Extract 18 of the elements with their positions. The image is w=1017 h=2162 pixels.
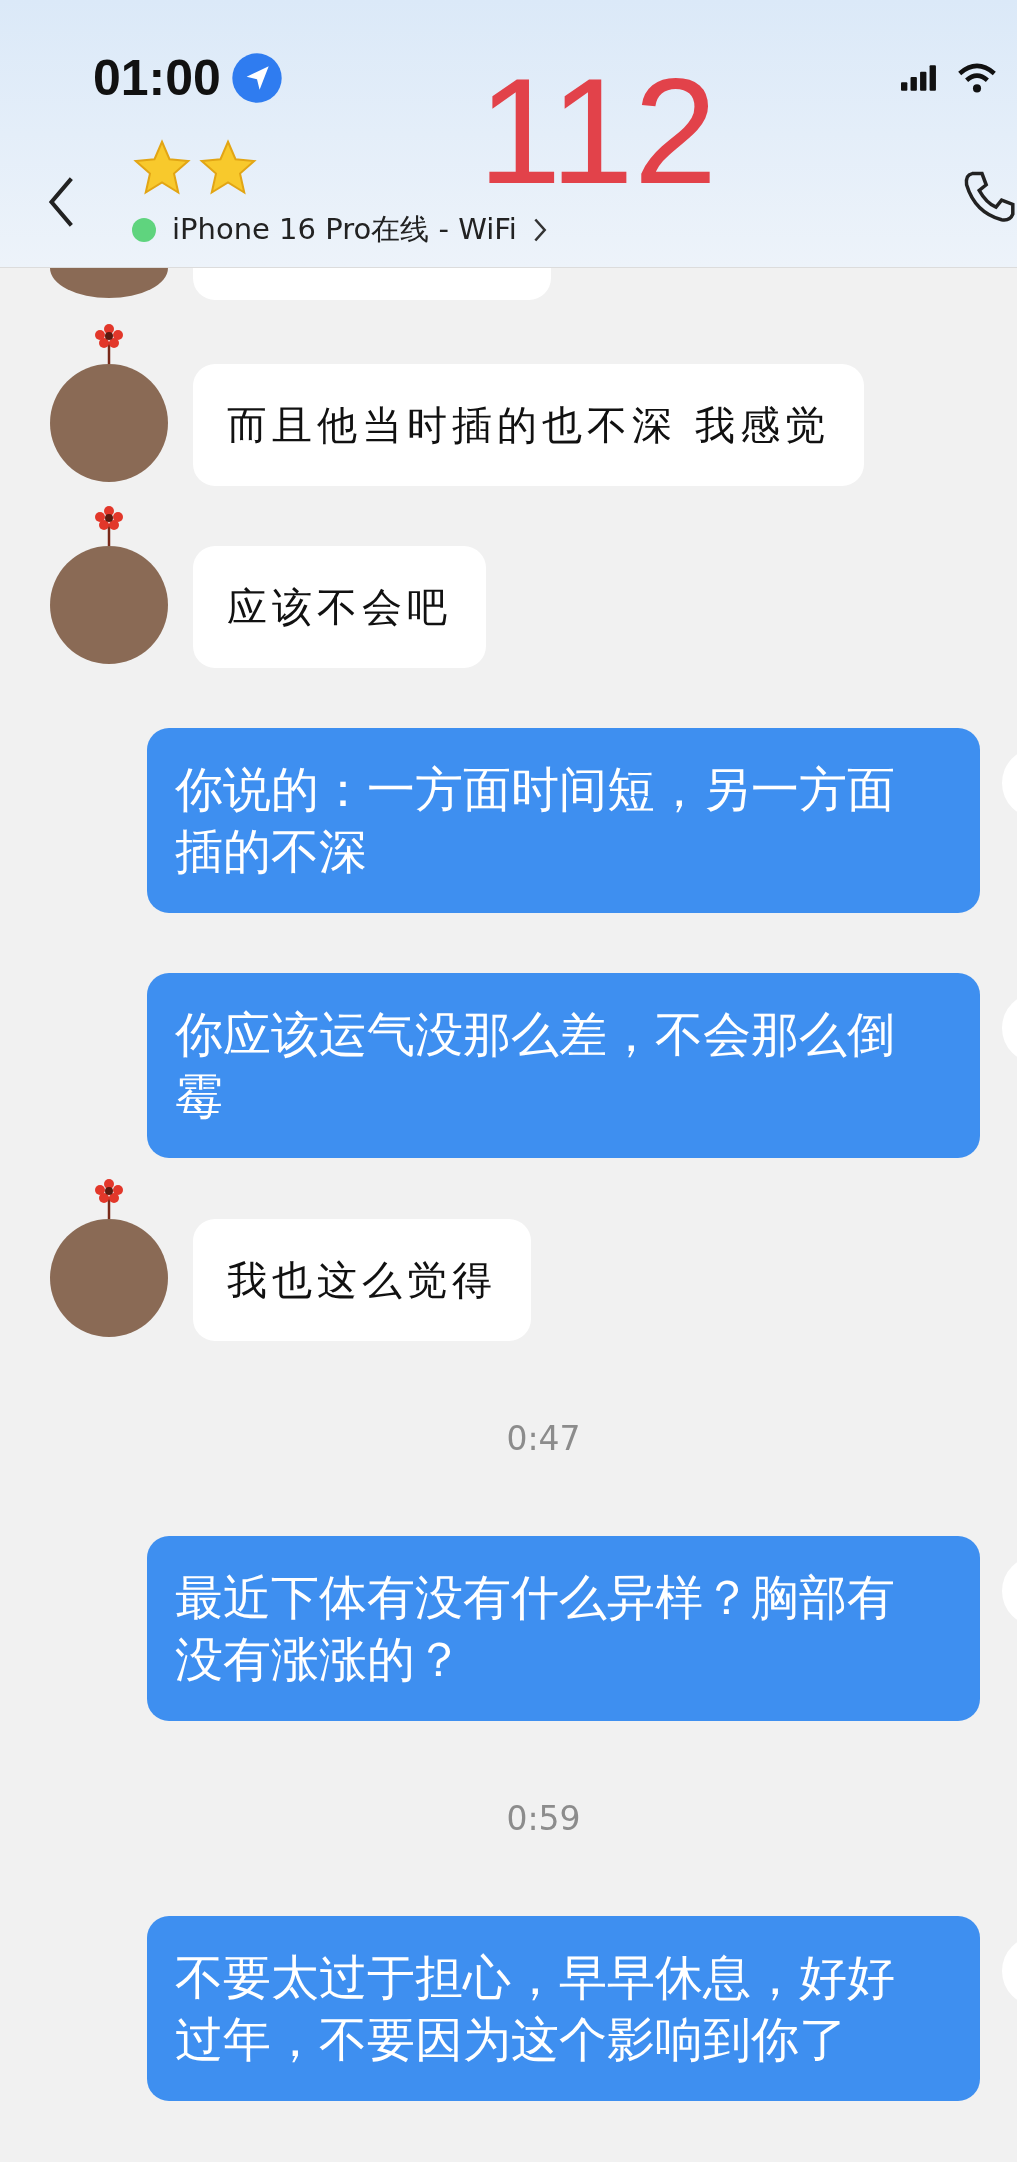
avatar[interactable] bbox=[50, 506, 168, 664]
timestamp: 0:47 bbox=[506, 1419, 581, 1458]
message-bubble: 你应该运气没那么差，不会那么倒霉 bbox=[147, 973, 980, 1158]
chevron-icon[interactable] bbox=[532, 217, 547, 243]
message-bubble: 我也这么觉得 bbox=[193, 1219, 531, 1341]
device-status[interactable]: iPhone 16 Pro在线 - WiFi bbox=[172, 210, 517, 250]
message-bubble: 你说的：一方面时间短，另一方面插的不深 bbox=[147, 728, 980, 913]
timestamp: 0:59 bbox=[506, 1799, 581, 1838]
avatar[interactable] bbox=[50, 324, 168, 482]
message-bubble: 不要太过于担心，早早休息，好好过年，不要因为这个影响到你了 bbox=[147, 1916, 980, 2101]
signal-icon bbox=[901, 65, 937, 91]
contact-name: 112 bbox=[478, 56, 718, 206]
wifi-icon bbox=[957, 63, 997, 93]
message-bubble: 而且他当时插的也不深 我感觉 bbox=[193, 364, 864, 486]
message-bubble: 最近下体有没有什么异样？胸部有没有涨涨的？ bbox=[147, 1536, 980, 1721]
avatar[interactable] bbox=[50, 1179, 168, 1337]
message-bubble: 应该不会吧 bbox=[193, 546, 486, 668]
status-time: 01:00 bbox=[93, 49, 221, 107]
